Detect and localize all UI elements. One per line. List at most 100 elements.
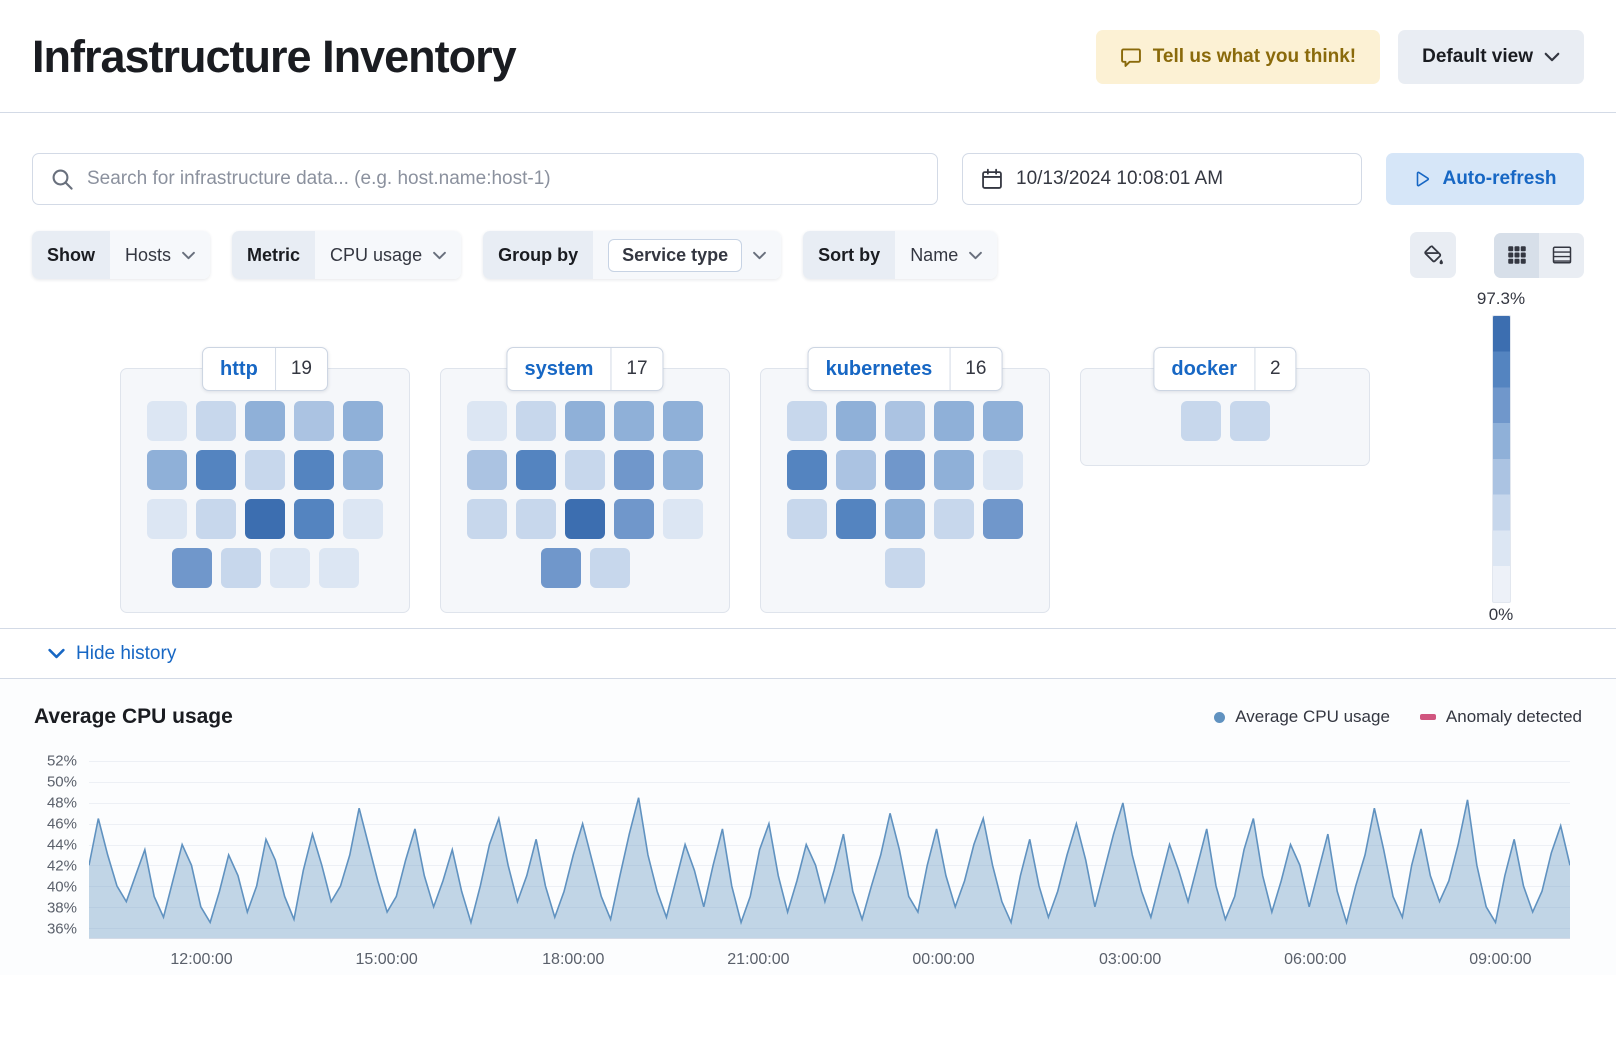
table-view-button[interactable] bbox=[1539, 233, 1584, 278]
infrastructure-inventory-page: Infrastructure Inventory Tell us what yo… bbox=[0, 0, 1616, 1038]
host-grid bbox=[467, 401, 703, 588]
host-square[interactable] bbox=[787, 499, 827, 539]
host-row bbox=[147, 450, 383, 490]
list-view-icon bbox=[1552, 245, 1572, 265]
group-count: 2 bbox=[1254, 348, 1296, 390]
group-by-filter-select[interactable]: Service type bbox=[593, 231, 781, 279]
host-square[interactable] bbox=[1230, 401, 1270, 441]
host-square[interactable] bbox=[614, 499, 654, 539]
host-row bbox=[787, 450, 1023, 490]
chevron-down-icon bbox=[1544, 52, 1560, 62]
color-scale-min: 0% bbox=[1470, 605, 1532, 625]
show-filter-label: Show bbox=[32, 231, 110, 279]
grid-view-button[interactable] bbox=[1494, 233, 1539, 278]
x-axis-label: 03:00:00 bbox=[1099, 951, 1161, 969]
host-square[interactable] bbox=[467, 450, 507, 490]
group-badge[interactable]: docker 2 bbox=[1153, 347, 1296, 391]
cpu-usage-chart[interactable]: 52%50%48%46%44%42%40%38%36% 12:00:0015:0… bbox=[33, 747, 1584, 987]
date-picker[interactable]: 10/13/2024 10:08:01 AM bbox=[962, 153, 1362, 205]
group-by-filter-value: Service type bbox=[608, 239, 742, 272]
search-input[interactable] bbox=[32, 153, 938, 205]
host-square[interactable] bbox=[221, 548, 261, 588]
host-square[interactable] bbox=[516, 450, 556, 490]
host-row bbox=[467, 450, 703, 490]
host-square[interactable] bbox=[343, 499, 383, 539]
header-actions: Tell us what you think! Default view bbox=[1096, 30, 1584, 84]
host-square[interactable] bbox=[319, 548, 359, 588]
host-square[interactable] bbox=[516, 499, 556, 539]
host-row bbox=[467, 499, 703, 539]
auto-refresh-button[interactable]: Auto-refresh bbox=[1386, 153, 1584, 205]
host-square[interactable] bbox=[885, 499, 925, 539]
host-square[interactable] bbox=[787, 450, 827, 490]
palette-button[interactable] bbox=[1410, 232, 1456, 278]
view-controls bbox=[1410, 232, 1584, 278]
host-square[interactable] bbox=[614, 401, 654, 441]
host-square[interactable] bbox=[147, 401, 187, 441]
default-view-button[interactable]: Default view bbox=[1398, 30, 1584, 84]
host-square[interactable] bbox=[836, 499, 876, 539]
host-square[interactable] bbox=[467, 401, 507, 441]
feedback-button[interactable]: Tell us what you think! bbox=[1096, 30, 1380, 84]
host-square[interactable] bbox=[196, 499, 236, 539]
host-square[interactable] bbox=[467, 499, 507, 539]
host-square[interactable] bbox=[934, 499, 974, 539]
host-square[interactable] bbox=[147, 450, 187, 490]
host-square[interactable] bbox=[343, 450, 383, 490]
host-square[interactable] bbox=[983, 499, 1023, 539]
group-badge[interactable]: system 17 bbox=[506, 347, 663, 391]
host-square[interactable] bbox=[590, 548, 630, 588]
host-square[interactable] bbox=[196, 450, 236, 490]
host-square[interactable] bbox=[565, 401, 605, 441]
host-square[interactable] bbox=[270, 548, 310, 588]
host-square[interactable] bbox=[245, 401, 285, 441]
host-square[interactable] bbox=[885, 401, 925, 441]
y-axis-label: 44% bbox=[47, 837, 77, 854]
host-square[interactable] bbox=[934, 450, 974, 490]
host-square[interactable] bbox=[1181, 401, 1221, 441]
host-square[interactable] bbox=[663, 499, 703, 539]
host-grid bbox=[147, 401, 383, 588]
show-filter-select[interactable]: Hosts bbox=[110, 231, 210, 279]
area-chart-svg bbox=[89, 751, 1570, 938]
host-square[interactable] bbox=[983, 450, 1023, 490]
group-name: docker bbox=[1154, 358, 1254, 381]
palette-icon bbox=[1422, 244, 1444, 266]
group-badge[interactable]: kubernetes 16 bbox=[808, 347, 1003, 391]
host-square[interactable] bbox=[516, 401, 556, 441]
host-square[interactable] bbox=[885, 548, 925, 588]
legend-gradient-bar[interactable] bbox=[1492, 315, 1511, 603]
sort-by-filter: Sort by Name bbox=[803, 231, 997, 279]
host-square[interactable] bbox=[294, 450, 334, 490]
host-square[interactable] bbox=[787, 401, 827, 441]
group-badge[interactable]: http 19 bbox=[202, 347, 328, 391]
host-square[interactable] bbox=[614, 450, 654, 490]
host-square[interactable] bbox=[245, 450, 285, 490]
host-square[interactable] bbox=[663, 450, 703, 490]
sort-by-filter-select[interactable]: Name bbox=[895, 231, 997, 279]
host-square[interactable] bbox=[147, 499, 187, 539]
host-square[interactable] bbox=[541, 548, 581, 588]
host-square[interactable] bbox=[663, 401, 703, 441]
host-square[interactable] bbox=[343, 401, 383, 441]
group-by-filter-label: Group by bbox=[483, 231, 593, 279]
host-square[interactable] bbox=[294, 499, 334, 539]
legend-label: Anomaly detected bbox=[1446, 707, 1582, 727]
host-square[interactable] bbox=[565, 450, 605, 490]
host-square[interactable] bbox=[196, 401, 236, 441]
host-square[interactable] bbox=[836, 401, 876, 441]
x-axis-label: 15:00:00 bbox=[356, 951, 418, 969]
hide-history-toggle[interactable]: Hide history bbox=[0, 628, 1616, 679]
legend-item-anomaly[interactable]: Anomaly detected bbox=[1420, 707, 1582, 727]
group-name: system bbox=[507, 358, 610, 381]
host-square[interactable] bbox=[565, 499, 605, 539]
host-square[interactable] bbox=[934, 401, 974, 441]
host-square[interactable] bbox=[836, 450, 876, 490]
host-square[interactable] bbox=[245, 499, 285, 539]
metric-filter-select[interactable]: CPU usage bbox=[315, 231, 461, 279]
host-square[interactable] bbox=[983, 401, 1023, 441]
legend-item-cpu[interactable]: Average CPU usage bbox=[1214, 707, 1390, 727]
host-square[interactable] bbox=[172, 548, 212, 588]
host-square[interactable] bbox=[294, 401, 334, 441]
host-square[interactable] bbox=[885, 450, 925, 490]
